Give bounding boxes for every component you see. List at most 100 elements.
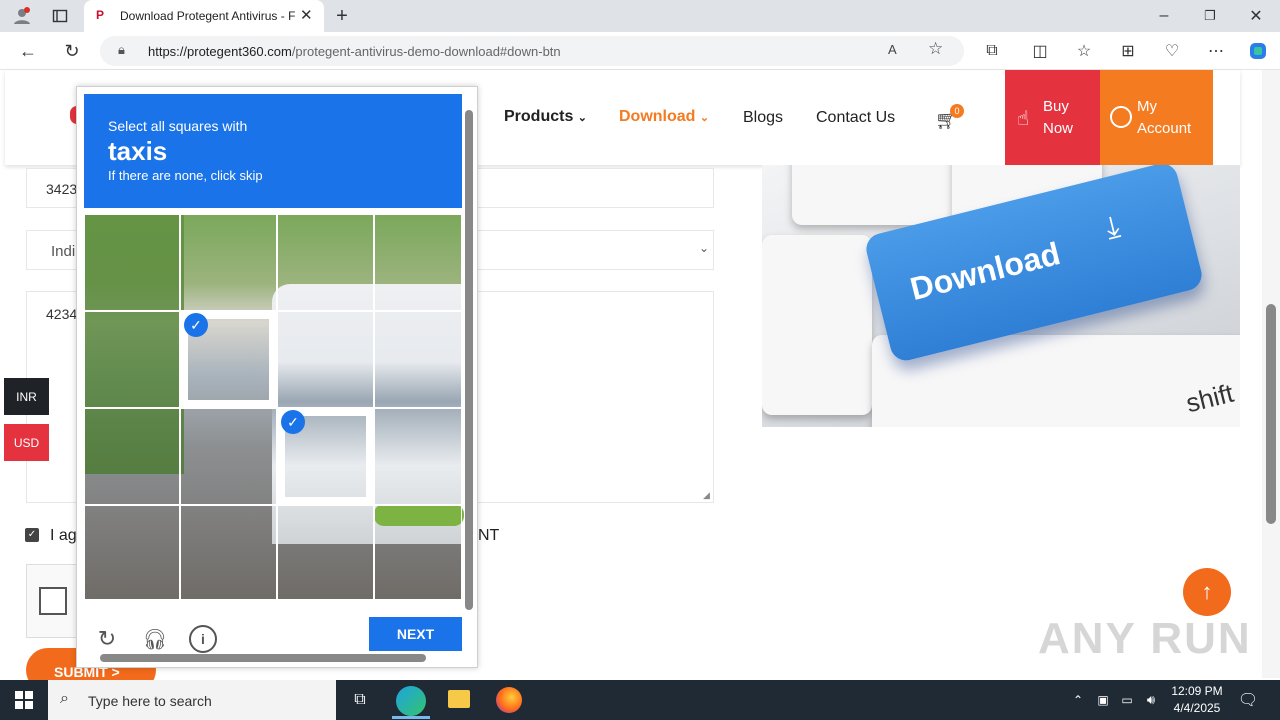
performance-icon[interactable]: ♡ — [1160, 40, 1184, 62]
message-textarea-value: 4234 — [46, 306, 78, 322]
new-tab-icon[interactable]: + — [330, 4, 354, 28]
captcha-cell-10[interactable] — [180, 408, 277, 505]
nav-blogs[interactable]: Blogs — [743, 109, 783, 127]
captcha-cell-5[interactable] — [84, 311, 180, 408]
split-screen-icon[interactable]: ◫ — [1028, 40, 1052, 62]
back-icon[interactable]: ← — [16, 40, 40, 62]
captcha-cell-13[interactable] — [84, 505, 180, 600]
captcha-horizontal-scrollbar[interactable] — [84, 652, 456, 664]
profile-icon[interactable] — [8, 4, 36, 28]
collections-icon[interactable]: ⊞ — [1116, 40, 1140, 62]
search-icon: ⌕ — [60, 690, 69, 707]
tray-device-icon[interactable]: ▣ — [1094, 690, 1112, 710]
captcha-vertical-scrollbar[interactable] — [463, 94, 475, 644]
firefox-icon[interactable] — [496, 687, 522, 713]
tab-close-icon[interactable]: ✕ — [300, 6, 313, 24]
my-account-button[interactable]: My Account — [1100, 70, 1213, 165]
my-account-label-2: Account — [1137, 120, 1192, 137]
selected-check-icon: ✓ — [184, 313, 208, 337]
more-menu-icon[interactable]: ⋯ — [1204, 40, 1228, 62]
user-icon — [1110, 106, 1132, 128]
download-key-label: Download — [906, 235, 1064, 308]
chevron-down-icon: ⌄ — [699, 241, 710, 255]
network-icon[interactable]: ▭ — [1118, 690, 1136, 710]
url-path: /protegent-antivirus-demo-download#down-… — [291, 44, 561, 59]
download-arrow-icon: ⤓ — [1102, 209, 1124, 246]
tab-favicon-icon: P — [96, 8, 105, 22]
hand-pointer-icon: ☝︎ — [1017, 108, 1030, 130]
volume-icon[interactable]: 🔊︎ — [1142, 690, 1160, 710]
agree-label: I ag — [50, 527, 77, 544]
favorite-star-icon[interactable]: ☆ — [928, 39, 943, 59]
captcha-cell-7[interactable] — [277, 311, 374, 408]
buy-now-label-1: Buy — [1043, 98, 1069, 115]
restore-icon[interactable]: ❐ — [1198, 4, 1222, 28]
captcha-cell-3[interactable] — [277, 214, 374, 311]
captcha-hscroll-thumb[interactable] — [100, 654, 426, 662]
edge-taskbar-icon[interactable] — [396, 686, 426, 716]
tray-overflow-icon[interactable]: ⌃ — [1070, 690, 1086, 710]
captcha-cell-1[interactable] — [84, 214, 180, 311]
extensions-icon[interactable]: ⧉ — [980, 40, 1004, 62]
buy-now-label-2: Now — [1043, 120, 1074, 137]
watermark: ANY RUN — [1038, 614, 1252, 663]
currency-inr-button[interactable]: INR — [4, 378, 49, 415]
captcha-cell-9[interactable] — [84, 408, 180, 505]
refresh-icon[interactable]: ↻ — [60, 40, 84, 62]
minimize-icon[interactable]: – — [1152, 4, 1176, 28]
phone-field-value: 3423 — [46, 181, 78, 197]
buy-now-button[interactable]: ☝︎ Buy Now — [1005, 70, 1100, 165]
lock-icon: 🔒︎ — [118, 42, 125, 57]
country-select-value: Indi — [51, 243, 76, 260]
page-scrollbar[interactable] — [1262, 70, 1280, 678]
copilot-icon[interactable] — [1246, 40, 1270, 62]
captcha-target: taxis — [108, 136, 168, 166]
cart-count-badge: 0 — [950, 104, 964, 118]
nav-products[interactable]: Products ⌄ — [504, 108, 587, 126]
notifications-icon[interactable]: 🗨︎ — [1236, 688, 1260, 712]
resize-handle-icon[interactable]: ◢ — [703, 490, 710, 501]
close-window-icon[interactable]: ✕ — [1244, 4, 1268, 28]
file-explorer-icon[interactable] — [448, 690, 470, 708]
captcha-cell-12[interactable] — [374, 408, 462, 505]
edge-active-indicator — [392, 716, 430, 719]
info-icon[interactable]: i — [189, 625, 217, 653]
search-placeholder: Type here to search — [88, 693, 212, 709]
tab-active[interactable]: P Download Protegent Antivirus - F ✕ — [84, 0, 324, 32]
captcha-cell-14[interactable] — [180, 505, 277, 600]
clock-date[interactable]: 4/4/2025 — [1168, 701, 1226, 715]
tab-title: Download Protegent Antivirus - F — [120, 9, 295, 23]
clock-time[interactable]: 12:09 PM — [1168, 684, 1226, 698]
captcha-next-button[interactable]: NEXT — [369, 617, 462, 651]
captcha-cell-15[interactable] — [277, 505, 374, 600]
captcha-cell-4[interactable] — [374, 214, 462, 311]
read-aloud-icon[interactable]: A — [888, 42, 897, 57]
download-hero-image: Download ⤓ shift — [762, 165, 1240, 427]
taskbar-search-box[interactable]: ⌕ Type here to search — [48, 680, 336, 720]
captcha-cell-16[interactable] — [374, 505, 462, 600]
nav-contact[interactable]: Contact Us — [816, 109, 895, 127]
captcha-instruction: Select all squares with — [108, 118, 248, 134]
agree-checkbox[interactable]: ✓ — [25, 528, 39, 542]
captcha-cell-2[interactable] — [180, 214, 277, 311]
recaptcha-checkbox[interactable] — [39, 587, 67, 615]
page-scrollbar-thumb[interactable] — [1266, 304, 1276, 524]
task-view-icon[interactable]: ⧉ — [348, 688, 372, 712]
url-host: https://protegent360.com — [148, 44, 292, 59]
captcha-hint: If there are none, click skip — [108, 168, 263, 183]
favorites-icon[interactable]: ☆ — [1072, 40, 1096, 62]
windows-start-icon[interactable] — [10, 688, 38, 712]
nav-download[interactable]: Download ⌄ — [619, 108, 709, 126]
currency-usd-button[interactable]: USD — [4, 424, 49, 461]
captcha-header: Select all squares with taxis If there a… — [84, 94, 462, 208]
captcha-cell-8[interactable] — [374, 311, 462, 408]
audio-headphones-icon[interactable]: 🎧︎ — [142, 626, 168, 652]
reload-icon[interactable]: ↻ — [94, 626, 120, 652]
scroll-top-button[interactable]: ↑ — [1183, 568, 1231, 616]
address-bar[interactable]: 🔒︎ https://protegent360.com/protegent-an… — [100, 36, 964, 66]
my-account-label-1: My — [1137, 98, 1157, 115]
selected-check-icon: ✓ — [281, 410, 305, 434]
tab-actions-icon[interactable] — [48, 4, 72, 28]
agree-label-tail: NT — [478, 527, 500, 544]
captcha-vscroll-thumb[interactable] — [465, 110, 473, 610]
